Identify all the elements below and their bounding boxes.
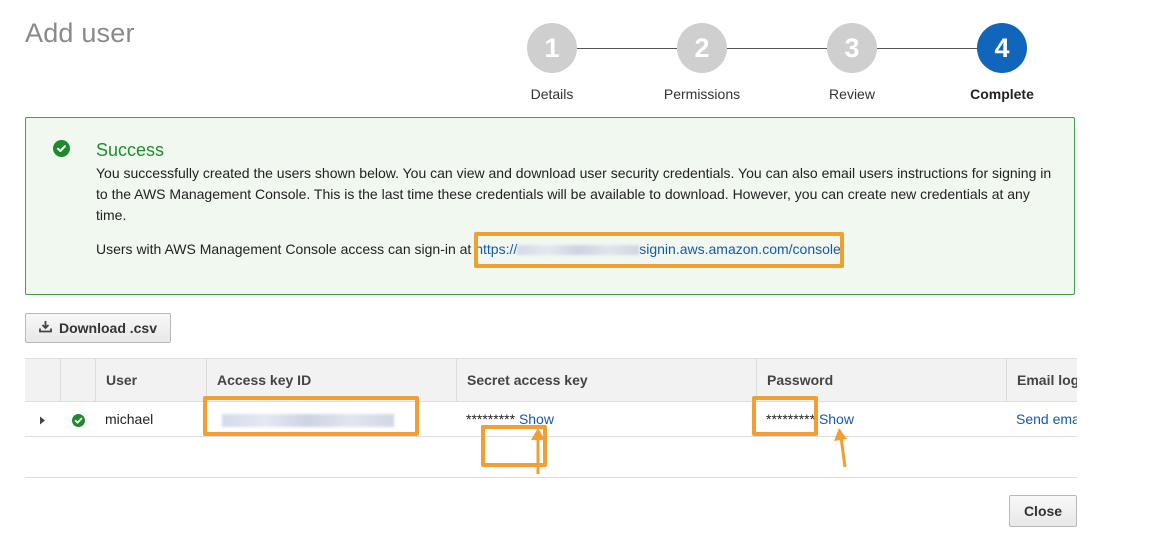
- check-circle-icon: [72, 413, 85, 427]
- caret-right-icon: [40, 416, 45, 425]
- col-expand: [25, 359, 60, 401]
- expand-row-toggle[interactable]: [25, 402, 60, 436]
- close-button[interactable]: Close: [1009, 495, 1077, 527]
- password-cell: ********* Show: [756, 402, 1006, 436]
- step-2-label: Permissions: [663, 86, 741, 102]
- check-circle-icon: [53, 140, 70, 157]
- step-1-label: Details: [530, 86, 574, 102]
- secret-access-key-cell: ********* Show: [456, 402, 756, 436]
- success-message: You successfully created the users shown…: [96, 165, 1052, 223]
- col-email-login: Email log: [1006, 359, 1077, 401]
- table-header: User Access key ID Secret access key Pas…: [25, 358, 1077, 402]
- step-3-circle: 3: [827, 23, 877, 73]
- signin-url-end: signin.aws.amazon.com/console: [639, 241, 841, 257]
- send-email-link[interactable]: Send ema: [1016, 411, 1077, 427]
- email-login-cell: Send ema: [1006, 402, 1077, 436]
- col-user: User: [95, 359, 206, 401]
- step-4-label: Complete: [970, 86, 1034, 102]
- step-connector: [727, 48, 827, 49]
- console-signin-link[interactable]: https:// signin.aws.amazon.com/console: [475, 241, 841, 257]
- password-masked: *********: [766, 411, 816, 427]
- signin-prefix: Users with AWS Management Console access…: [96, 241, 472, 257]
- access-key-id-value: [206, 402, 456, 436]
- col-password: Password: [756, 359, 1006, 401]
- step-2-circle: 2: [677, 23, 727, 73]
- table-empty-row: [25, 437, 1077, 478]
- signin-url-start: https://: [475, 241, 518, 257]
- row-status: [60, 402, 95, 436]
- download-csv-button[interactable]: Download .csv: [25, 313, 171, 343]
- page-title: Add user: [25, 18, 135, 48]
- step-connector: [877, 48, 977, 49]
- col-status: [60, 359, 95, 401]
- show-password-link[interactable]: Show: [819, 411, 854, 427]
- step-1-circle: 1: [527, 23, 577, 73]
- download-icon: [39, 320, 52, 336]
- signin-line: Users with AWS Management Console access…: [96, 241, 841, 257]
- show-secret-link[interactable]: Show: [519, 411, 554, 427]
- step-4-circle: 4: [977, 23, 1027, 73]
- redacted-access-key: [222, 413, 394, 427]
- success-title: Success: [96, 140, 165, 160]
- redacted-account-id: [517, 245, 640, 256]
- step-3-label: Review: [829, 86, 875, 102]
- secret-masked: *********: [466, 411, 516, 427]
- step-connector: [577, 48, 677, 49]
- success-alert: Success You successfully created the use…: [25, 117, 1075, 295]
- table-row: michael ********* Show ********* Show Se…: [25, 402, 1077, 437]
- col-secret-access-key: Secret access key: [456, 359, 756, 401]
- user-name: michael: [105, 411, 154, 427]
- download-csv-label: Download .csv: [58, 320, 158, 336]
- col-access-key-id: Access key ID: [206, 359, 456, 401]
- credentials-table: User Access key ID Secret access key Pas…: [25, 358, 1077, 478]
